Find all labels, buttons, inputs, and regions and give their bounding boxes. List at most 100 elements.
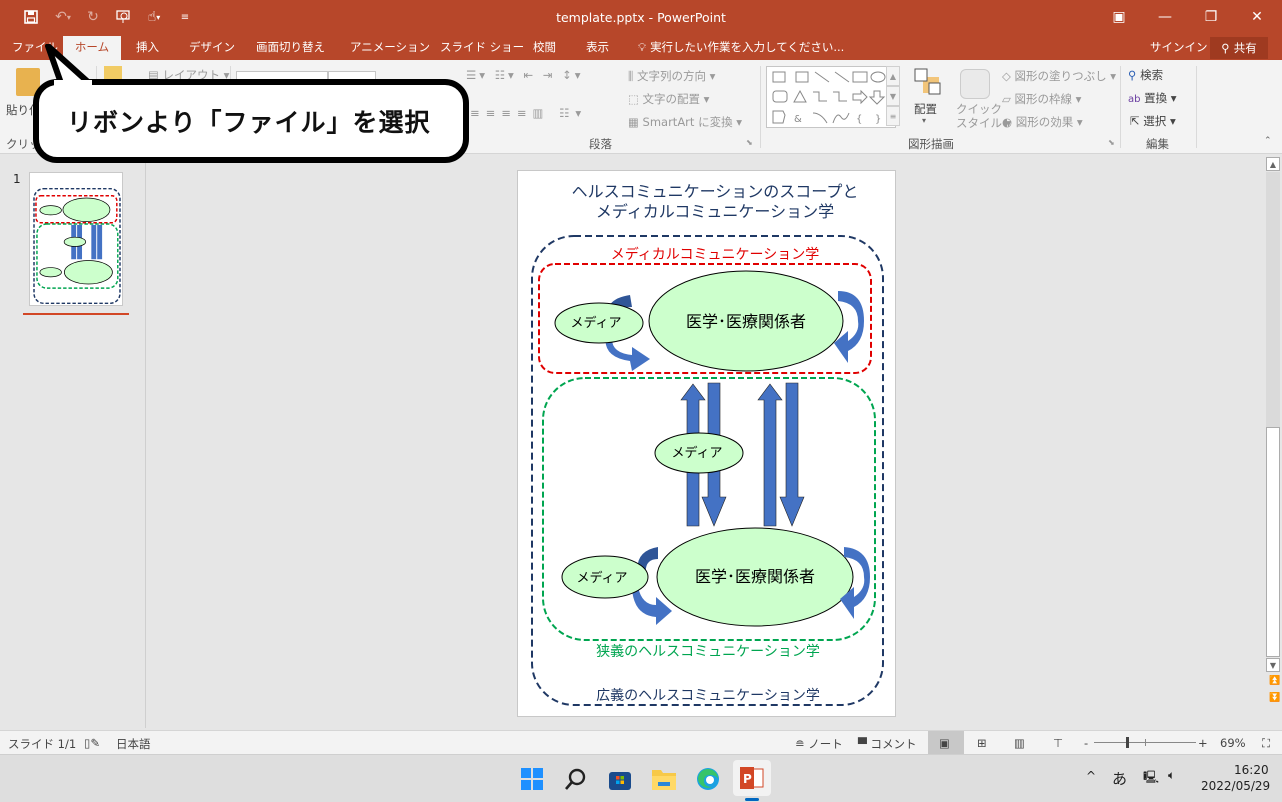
comments-button[interactable]: ▀ コメント (858, 736, 917, 752)
zoom-slider-center-tick (1145, 739, 1146, 746)
professionals-label: 医学･医療関係者 (686, 312, 806, 331)
select-button[interactable]: ⇱ 選択 ▾ (1130, 113, 1176, 129)
fit-to-window-icon[interactable]: ⛶ (1262, 736, 1270, 751)
dialog-launcher-icon[interactable]: ⬊ (746, 138, 753, 147)
ime-indicator[interactable]: あ (1112, 768, 1127, 789)
gallery-scroll-down[interactable]: ▼ (886, 86, 900, 106)
zoom-slider-thumb[interactable] (1126, 737, 1129, 748)
broad-health-communication-label: 広義のヘルスコミュニケーション学 (596, 687, 820, 704)
tab-insert[interactable]: 挿入 (134, 36, 161, 60)
volume-icon[interactable]: 🔈︎ (1168, 768, 1175, 783)
minimize-button[interactable]: — (1142, 0, 1188, 34)
shape-outline-button[interactable]: ▱ 図形の枠線 ▾ (1002, 91, 1081, 107)
slide-title-line1: ヘルスコミュニケーションのスコープと (572, 182, 859, 201)
narrow-health-communication-label: 狭義のヘルスコミュニケーション学 (596, 643, 820, 660)
close-button[interactable]: ✕ (1234, 0, 1280, 34)
spelling-check-icon[interactable]: ▯✎ (84, 736, 100, 750)
language-indicator[interactable]: 日本語 (116, 736, 151, 752)
new-slide-icon[interactable] (104, 66, 122, 80)
scroll-thumb[interactable] (1266, 427, 1280, 657)
scroll-track[interactable] (1266, 172, 1280, 427)
zoom-out-button[interactable]: - (1084, 736, 1088, 750)
shape-effects-button[interactable]: ◐ 図形の効果 ▾ (1002, 114, 1083, 130)
tab-design[interactable]: デザイン (187, 36, 237, 60)
gallery-scroll-up[interactable]: ▲ (886, 66, 900, 86)
edge-icon[interactable] (692, 763, 724, 795)
collapse-ribbon-icon[interactable]: ⌃ (1264, 136, 1272, 146)
medical-communication-label: メディカルコミュニケーション学 (611, 246, 819, 263)
magnifier-icon: ⚲ (1128, 68, 1137, 82)
replace-icon: ab (1128, 94, 1141, 105)
store-icon[interactable] (604, 763, 636, 795)
align-text-button[interactable]: ⬚ 文字の配置 ▾ (628, 91, 709, 107)
start-icon[interactable] (516, 763, 548, 795)
svg-text:&: & (794, 114, 802, 125)
restore-button[interactable]: ❐ (1188, 0, 1234, 34)
reading-view-icon[interactable]: ▥ (1014, 736, 1025, 750)
taskbar: P ^ あ 🖳︎ 🔈︎ 16:20 2022/05/29 (0, 754, 1282, 802)
cursor-icon: ⇱ (1130, 114, 1140, 128)
clock-time[interactable]: 16:20 (1234, 763, 1269, 777)
tab-review[interactable]: 校閲 (531, 36, 558, 60)
dialog-launcher-icon[interactable]: ⬊ (1108, 138, 1115, 147)
powerpoint-icon[interactable]: P (733, 760, 771, 796)
gallery-more[interactable]: ≡ (886, 106, 900, 126)
scroll-down-button[interactable]: ▼ (1266, 658, 1280, 672)
align-buttons[interactable]: ≡≡≡≡▥ ☷▾ (470, 106, 587, 120)
replace-button[interactable]: ab 置換 ▾ (1128, 90, 1177, 106)
next-slide-icon[interactable]: ⏬ (1269, 693, 1280, 703)
ribbon-display-options-button[interactable]: ▣ (1096, 0, 1142, 34)
previous-slide-icon[interactable]: ⏫ (1269, 676, 1280, 686)
svg-text:{: { (856, 114, 862, 125)
zoom-level[interactable]: 69% (1220, 736, 1246, 750)
text-direction-button[interactable]: ⫼ 文字列の方向 ▾ (628, 68, 715, 84)
find-button[interactable]: ⚲ 検索 (1128, 67, 1163, 83)
file-explorer-icon[interactable] (648, 763, 680, 795)
slide-title-line2: メディカルコミュニケーション学 (596, 202, 834, 221)
tab-slideshow[interactable]: スライド ショー (438, 36, 526, 60)
notes-button[interactable]: ≘ ノート (795, 736, 843, 752)
tab-animations[interactable]: アニメーション (348, 36, 432, 60)
paragraph-group-label: 段落 (589, 137, 612, 151)
zoom-in-button[interactable]: + (1198, 736, 1208, 750)
slide-canvas[interactable]: ヘルスコミュニケーションのスコープと メディカルコミュニケーション学 メディカル… (517, 170, 896, 717)
divider (760, 66, 761, 148)
share-button[interactable]: ⚲ 共有 (1210, 37, 1268, 59)
search-icon[interactable] (560, 763, 592, 795)
status-bar: スライド 1/1 ▯✎ 日本語 ≘ ノート ▀ コメント ▣ ⊞ ▥ ⊤ - +… (0, 730, 1282, 754)
instruction-callout: リボンより「ファイル」を選択 (33, 79, 469, 163)
slide-sorter-icon[interactable]: ⊞ (977, 736, 987, 750)
comment-icon: ▀ (858, 737, 867, 751)
tab-view[interactable]: 表示 (584, 36, 611, 60)
scroll-up-button[interactable]: ▲ (1266, 157, 1280, 171)
smartart-button[interactable]: ▦ SmartArt に変換 ▾ (628, 114, 742, 130)
shapes-gallery[interactable]: & {} (766, 66, 896, 128)
tray-overflow-icon[interactable]: ^ (1086, 769, 1096, 783)
divider (1120, 66, 1121, 148)
slideshow-icon[interactable]: ⊤ (1053, 736, 1063, 750)
slide-indicator: スライド 1/1 (8, 737, 77, 751)
shape-fill-button[interactable]: ◇ 図形の塗りつぶし ▾ (1002, 68, 1116, 84)
arrange-button[interactable]: 配置 (914, 101, 937, 117)
quick-styles-icon[interactable] (960, 69, 990, 99)
signin-link[interactable]: サインイン (1148, 36, 1210, 60)
tab-transitions[interactable]: 画面切り替え (254, 36, 327, 60)
divider (1196, 66, 1197, 148)
up-arrow (757, 383, 783, 527)
tell-me-box[interactable]: 💡︎ 実行したい作業を入力してください... (636, 36, 846, 60)
svg-text:P: P (743, 772, 752, 786)
title-bar: ↶ ▾ ↻ ☝ ▾ ≡ template.pptx - PowerPoint ▣ —… (0, 0, 1282, 36)
active-app-indicator (745, 798, 759, 801)
list-buttons[interactable]: ☰▾ ☷▾ ⇤ ⇥ ↕▾ (466, 68, 583, 82)
normal-view-icon: ▣ (939, 736, 950, 750)
arrange-icon[interactable] (914, 68, 942, 99)
slide-thumbnail[interactable] (29, 172, 123, 306)
network-icon[interactable]: 🖳︎ (1143, 768, 1159, 789)
slide-number: 1 (13, 172, 21, 186)
person-icon: ⚲ (1221, 41, 1230, 55)
clock-date[interactable]: 2022/05/29 (1201, 779, 1270, 793)
share-label: 共有 (1233, 41, 1257, 55)
professionals-label: 医学･医療関係者 (695, 567, 815, 586)
vertical-scrollbar[interactable]: ▲ ▼ ⏫ ⏬ (1265, 155, 1282, 728)
drawing-group-label: 図形描画 (908, 137, 954, 151)
